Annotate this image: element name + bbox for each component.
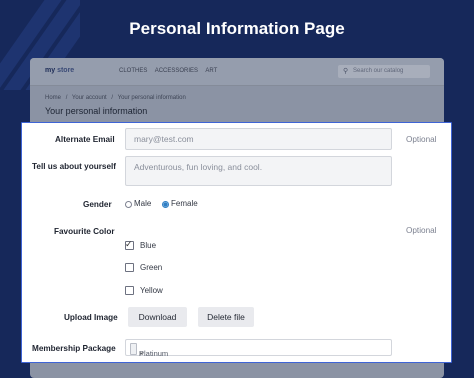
breadcrumb-current: Your personal information — [117, 95, 186, 101]
shop-logo[interactable]: my store — [45, 67, 74, 74]
personal-info-form: Alternate Email mary@test.com Optional T… — [21, 122, 452, 363]
nav-clothes[interactable]: CLOTHES — [119, 68, 147, 74]
favourite-color-optional: Optional — [406, 226, 437, 235]
about-value: Adventurous, fun loving, and cool. — [134, 162, 263, 172]
checkbox-yellow[interactable] — [125, 286, 134, 295]
alternate-email-value: mary@test.com — [134, 134, 194, 144]
alternate-email-optional: Optional — [406, 135, 437, 144]
membership-select[interactable]: × Platinum — [125, 339, 392, 358]
search-placeholder: Search our catalog — [353, 68, 404, 74]
nav-art[interactable]: ART — [205, 68, 217, 74]
checkbox-green-label: Green — [140, 263, 163, 272]
breadcrumb-account[interactable]: Your account — [72, 95, 107, 101]
download-button[interactable]: Download — [128, 307, 187, 327]
nav-accessories[interactable]: ACCESSORIES — [155, 68, 198, 74]
shop-page-heading: Your personal information — [45, 106, 148, 116]
breadcrumb-separator: / — [111, 95, 114, 101]
membership-tag: × Platinum — [130, 343, 168, 358]
membership-label: Membership Package — [32, 344, 116, 353]
upload-image-label: Upload Image — [64, 313, 118, 322]
breadcrumb: Home / Your account / Your personal info… — [45, 95, 189, 101]
gender-male-label: Male — [134, 199, 152, 208]
search-input[interactable]: ⚲ Search our catalog — [338, 65, 430, 78]
alternate-email-field[interactable]: mary@test.com — [125, 128, 392, 150]
gender-radio-male[interactable]: Male — [125, 199, 151, 208]
membership-tag-label: Platinum — [139, 349, 169, 358]
checkbox-green[interactable] — [125, 263, 134, 272]
breadcrumb-home[interactable]: Home — [45, 95, 61, 101]
checkbox-blue[interactable]: ✓ — [125, 239, 134, 250]
checkbox-yellow-label: Yellow — [140, 286, 163, 295]
shop-header: my store CLOTHES ACCESSORIES ART ⚲ Searc… — [30, 58, 444, 86]
gender-female-label: Female — [171, 199, 198, 208]
checkbox-blue-label: Blue — [140, 241, 157, 250]
gender-radio-female[interactable]: Female — [162, 199, 198, 208]
radio-circle-selected — [162, 201, 169, 208]
alternate-email-label: Alternate Email — [55, 135, 115, 144]
shop-nav: CLOTHES ACCESSORIES ART — [119, 68, 223, 74]
radio-circle — [125, 201, 132, 208]
check-icon: ✓ — [125, 239, 133, 249]
search-icon: ⚲ — [343, 68, 349, 75]
about-textarea[interactable]: Adventurous, fun loving, and cool. — [125, 156, 392, 186]
about-label: Tell us about yourself — [32, 162, 117, 171]
delete-file-button[interactable]: Delete file — [198, 307, 254, 327]
gender-label: Gender — [83, 200, 112, 209]
breadcrumb-separator: / — [65, 95, 68, 101]
page-title: Personal Information Page — [129, 19, 345, 38]
favourite-color-label: Favourite Color — [54, 227, 115, 236]
